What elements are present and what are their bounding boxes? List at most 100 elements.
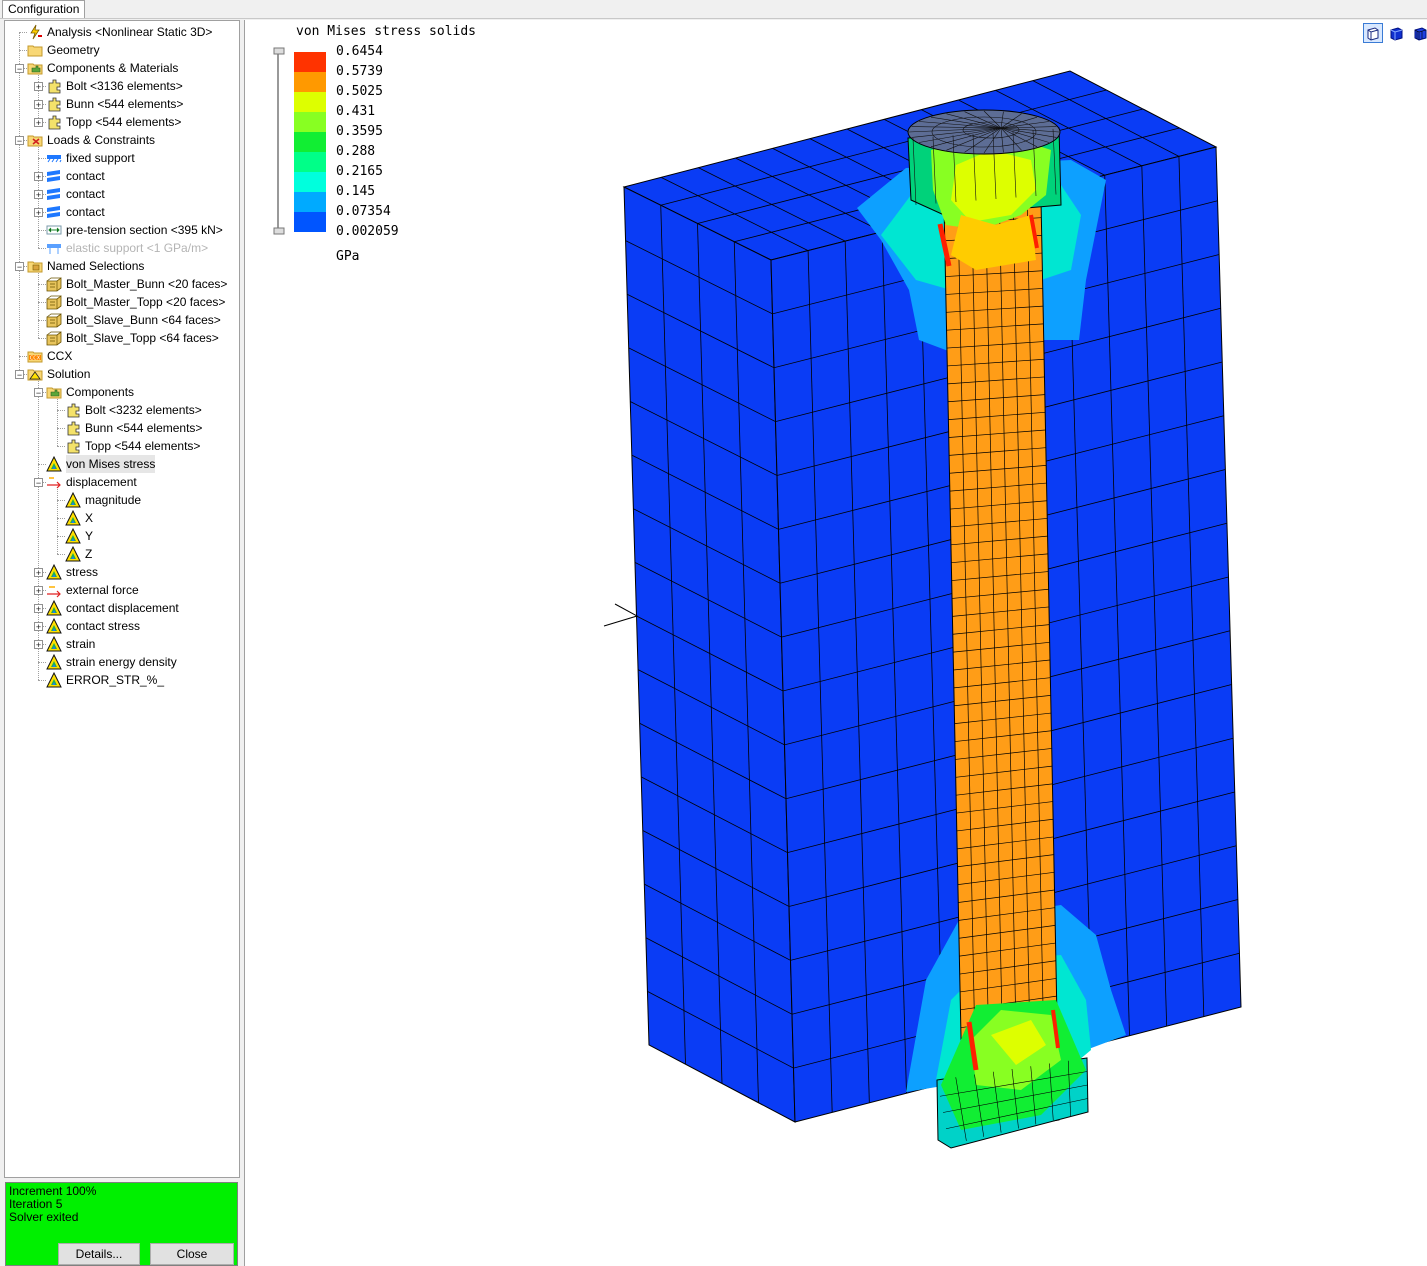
tree-item-label: contact stress bbox=[66, 619, 141, 633]
component-icon bbox=[46, 114, 62, 130]
tree-expander[interactable]: + bbox=[34, 100, 43, 110]
result-icon bbox=[46, 599, 62, 616]
tree-expander[interactable]: + bbox=[34, 172, 43, 182]
tree-item-label: magnitude bbox=[85, 493, 142, 507]
tree-expander[interactable]: + bbox=[34, 622, 43, 632]
fixed-support-icon bbox=[46, 150, 62, 166]
face-selection-icon bbox=[46, 312, 62, 328]
result-icon bbox=[65, 509, 81, 526]
tree-item-label: von Mises stress bbox=[66, 455, 156, 473]
components-folder-icon bbox=[46, 384, 62, 400]
result-icon bbox=[65, 545, 81, 562]
result-icon bbox=[46, 563, 62, 580]
tree-expander[interactable]: + bbox=[34, 568, 43, 578]
components-folder-icon bbox=[27, 60, 43, 76]
loads-folder-icon bbox=[27, 132, 43, 148]
result-icon bbox=[65, 527, 81, 544]
tree-item-label: fixed support bbox=[66, 151, 135, 165]
tree-expander[interactable]: + bbox=[34, 118, 43, 128]
tree-item-label: external force bbox=[66, 583, 139, 597]
tree-item-label: Named Selections bbox=[47, 259, 145, 273]
face-selection-icon bbox=[46, 294, 62, 310]
tree-item-label: Bunn <544 elements> bbox=[66, 97, 184, 111]
tree-item-label: Bolt_Master_Topp <20 faces> bbox=[66, 295, 226, 309]
tree-item-label: Y bbox=[85, 529, 94, 543]
tree-expander[interactable]: + bbox=[34, 586, 43, 596]
tree-item-label: Topp <544 elements> bbox=[66, 115, 182, 129]
tree-expander[interactable]: − bbox=[15, 136, 24, 146]
pretension-icon bbox=[46, 222, 62, 238]
face-selection-icon bbox=[46, 330, 62, 346]
tree-item-label: Bolt_Master_Bunn <20 faces> bbox=[66, 277, 228, 291]
tree-expander[interactable]: − bbox=[15, 64, 24, 74]
tree-expander[interactable]: + bbox=[34, 82, 43, 92]
tree-expander[interactable]: − bbox=[34, 478, 43, 488]
tree-item-label: Components & Materials bbox=[47, 61, 179, 75]
tree-item-label: Bolt <3136 elements> bbox=[66, 79, 183, 93]
project-tree[interactable]: Analysis <Nonlinear Static 3D> Geometry … bbox=[4, 20, 240, 1178]
tree-expander[interactable]: + bbox=[34, 208, 43, 218]
tree-item-label: displacement bbox=[66, 475, 137, 489]
tree-item-label: pre-tension section <395 kN> bbox=[66, 223, 223, 237]
tab-bar: Configuration bbox=[0, 0, 1427, 19]
tree-item-label: Topp <544 elements> bbox=[85, 439, 201, 453]
tab-configuration[interactable]: Configuration bbox=[2, 0, 86, 18]
result-icon bbox=[46, 455, 62, 472]
tree-item-label: contact bbox=[66, 169, 105, 183]
component-icon bbox=[46, 96, 62, 112]
contact-icon bbox=[46, 186, 62, 202]
tree-item-label: X bbox=[85, 511, 94, 525]
displacement-icon bbox=[46, 474, 62, 490]
elastic-support-icon bbox=[46, 240, 62, 256]
contact-icon bbox=[46, 204, 62, 220]
tree-item-label: strain bbox=[66, 637, 96, 651]
solution-icon bbox=[27, 366, 43, 382]
named-selections-folder-icon bbox=[27, 258, 43, 274]
tree-item-label: stress bbox=[66, 565, 99, 579]
details-button[interactable]: Details... bbox=[58, 1243, 140, 1265]
tree-item-label: Bolt_Slave_Bunn <64 faces> bbox=[66, 313, 221, 327]
tree-item-label: Analysis <Nonlinear Static 3D> bbox=[47, 25, 213, 39]
tree-item-label: ERROR_STR_%_ bbox=[66, 673, 165, 687]
result-icon bbox=[46, 635, 62, 652]
tree-expander[interactable]: − bbox=[15, 262, 24, 272]
tree-expander[interactable]: + bbox=[34, 640, 43, 650]
tree-expander[interactable]: + bbox=[34, 190, 43, 200]
component-icon bbox=[65, 438, 81, 454]
svg-text:CCX: CCX bbox=[30, 356, 41, 362]
tree-item-label: Bolt <3232 elements> bbox=[85, 403, 202, 417]
tree-item-label: Bolt_Slave_Topp <64 faces> bbox=[66, 331, 219, 345]
bolt-head-top bbox=[907, 109, 1061, 155]
tree-item-label: elastic support <1 GPa/m> bbox=[66, 241, 209, 255]
tree-item-label: CCX bbox=[47, 349, 73, 363]
fe-model-render bbox=[603, 70, 1242, 1149]
result-icon bbox=[46, 653, 62, 670]
tree-item-label: contact displacement bbox=[66, 601, 179, 615]
result-icon bbox=[46, 617, 62, 634]
tree-expander[interactable]: − bbox=[15, 370, 24, 380]
tree-item-label: Loads & Constraints bbox=[47, 133, 156, 147]
ccx-icon: CCX bbox=[27, 348, 43, 364]
contact-icon bbox=[46, 168, 62, 184]
force-icon bbox=[46, 582, 62, 598]
face-selection-icon bbox=[46, 276, 62, 292]
tree-item-label: Solution bbox=[47, 367, 91, 381]
result-icon bbox=[65, 491, 81, 508]
tree-item-label: Components bbox=[66, 385, 135, 399]
analysis-icon bbox=[27, 24, 43, 40]
component-icon bbox=[65, 420, 81, 436]
folder-icon bbox=[27, 42, 43, 58]
close-button[interactable]: Close bbox=[150, 1243, 234, 1265]
tree-item-label: strain energy density bbox=[66, 655, 177, 669]
solver-status-panel: Increment 100% Iteration 5 Solver exited… bbox=[5, 1182, 238, 1266]
result-icon bbox=[46, 671, 62, 688]
tree-item-label: Bunn <544 elements> bbox=[85, 421, 203, 435]
solver-state-text: Solver exited bbox=[9, 1210, 79, 1224]
tree-item-label: Z bbox=[85, 547, 93, 561]
tree-item-label: contact bbox=[66, 187, 105, 201]
tree-expander[interactable]: + bbox=[34, 604, 43, 614]
component-icon bbox=[46, 78, 62, 94]
tree-expander[interactable]: − bbox=[34, 388, 43, 398]
viewport[interactable]: von Mises stress solids 0.6454 0.5739 0.50… bbox=[244, 20, 1427, 1266]
tree-item-label: contact bbox=[66, 205, 105, 219]
